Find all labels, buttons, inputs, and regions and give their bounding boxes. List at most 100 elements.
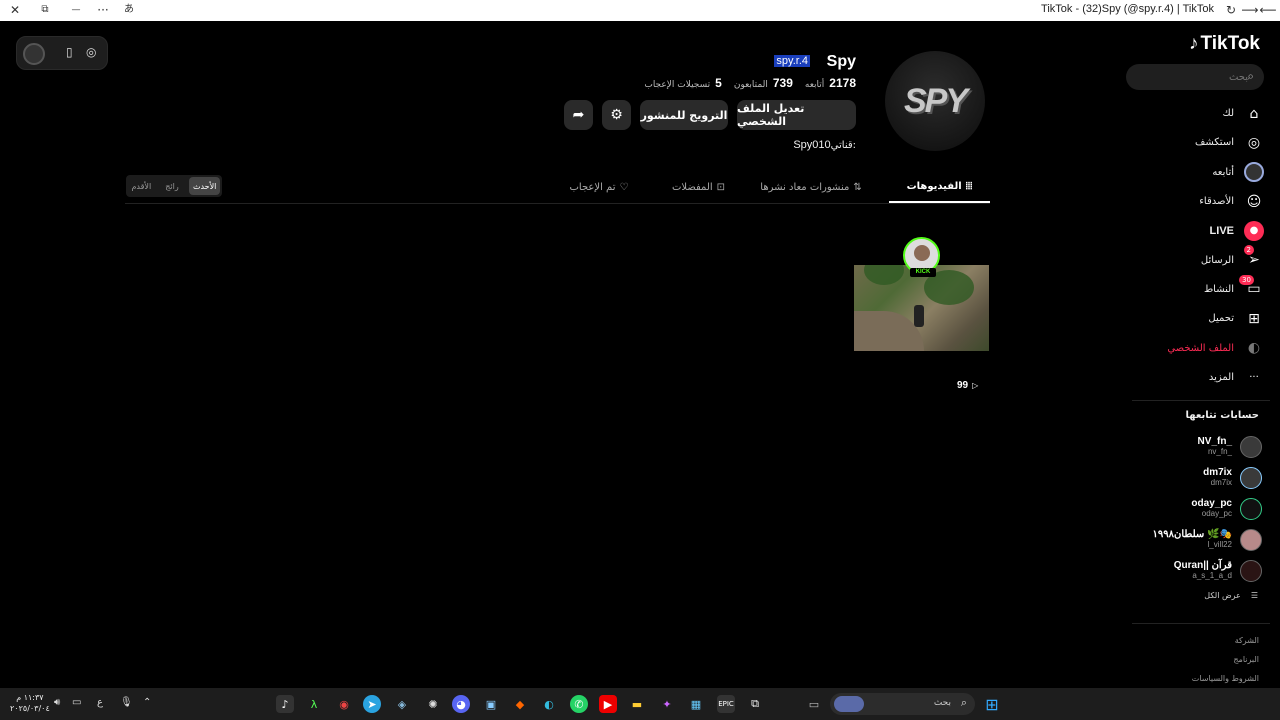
- browser-titlebar: ✕ ⧉ — ··· あ TikTok - (32)Spy (@spy.r.4) …: [0, 0, 1280, 21]
- tiktok-logo[interactable]: ♪ TikTok: [1189, 33, 1260, 55]
- widget-avatar[interactable]: [23, 43, 45, 65]
- following-account[interactable]: NV_fn_ nv_fn_: [1150, 431, 1262, 462]
- divider: [1132, 400, 1270, 401]
- tab-reposts[interactable]: منشورات معاد نشرها ⇅: [756, 171, 866, 203]
- copilot-icon[interactable]: ✦: [658, 695, 676, 713]
- steelseries-icon[interactable]: ✺: [424, 695, 442, 713]
- avatar: [1240, 497, 1262, 520]
- sidebar-item-following[interactable]: أتابعه: [1140, 158, 1264, 187]
- language-indicator[interactable]: ع: [97, 697, 103, 708]
- capcut-icon[interactable]: ⧉: [746, 695, 764, 713]
- grid-icon: ⦙⦙⦙: [965, 180, 973, 192]
- following-account[interactable]: سلطان١٩٩٨ 🌿🎭 l_vill22: [1150, 524, 1262, 555]
- store-icon[interactable]: ▦: [687, 695, 705, 713]
- tab-label: المفضلات: [671, 181, 713, 193]
- sidebar-item-upload[interactable]: تحميل ⊞: [1140, 304, 1264, 333]
- youtube-icon[interactable]: ▶: [599, 695, 617, 713]
- following-account[interactable]: Quran|| قرآن a_s_1_a_d: [1150, 555, 1262, 586]
- sort-oldest[interactable]: الأقدم: [126, 175, 157, 197]
- account-username: dm7ix: [1210, 477, 1232, 487]
- footer-link-terms[interactable]: الشروط والسياسات: [1192, 669, 1259, 688]
- bookmark-icon: ⊡: [716, 181, 726, 193]
- device-icon[interactable]: ▯: [66, 45, 73, 59]
- sidebar-item-label: LIVE: [1209, 224, 1234, 237]
- share-icon[interactable]: ➦: [564, 100, 593, 130]
- sidebar-item-activity[interactable]: النشاط ▭ 30: [1140, 274, 1264, 304]
- chevron-up-icon[interactable]: ⌃: [143, 697, 151, 708]
- task-view-icon[interactable]: ▭: [805, 695, 823, 713]
- network-icon[interactable]: ▭: [72, 697, 81, 708]
- profile-tabs: الفيديوهات ⦙⦙⦙ منشورات معاد نشرها ⇅ المفضل…: [556, 171, 990, 204]
- sidebar-item-more[interactable]: المزيد ···: [1140, 363, 1264, 392]
- volume-icon[interactable]: 🔊︎: [54, 697, 60, 708]
- forward-icon[interactable]: ⟶: [1241, 2, 1259, 18]
- stat-value: 5: [715, 76, 722, 90]
- taskbar-search[interactable]: بحث ⌕: [830, 693, 975, 715]
- profile-avatar[interactable]: SPY: [885, 51, 985, 151]
- sidebar-item-label: النشاط: [1203, 283, 1234, 295]
- tabs-divider: [125, 203, 556, 204]
- stat-followers[interactable]: 739 المتابعون: [734, 76, 793, 90]
- file-explorer-icon[interactable]: ▬: [628, 695, 646, 713]
- sidebar-item-profile[interactable]: الملف الشخصي ◐: [1140, 333, 1264, 362]
- stat-label: أتابعه: [804, 80, 825, 90]
- sidebar-item-friends[interactable]: الأصدقاء ☺: [1140, 187, 1264, 216]
- close-icon[interactable]: ✕: [6, 2, 24, 18]
- search-icon: ⌕: [960, 696, 967, 709]
- account-username: oday_pc: [1201, 508, 1232, 518]
- more-options-icon[interactable]: ···: [94, 2, 112, 18]
- discord-icon[interactable]: ◕: [452, 695, 470, 713]
- account-name: dm7ix: [1203, 466, 1232, 478]
- tiktok-taskbar-icon[interactable]: ♪: [276, 695, 294, 713]
- edge-icon[interactable]: ◐: [540, 695, 558, 713]
- restore-icon[interactable]: ⧉: [36, 2, 54, 18]
- whatsapp-icon[interactable]: ✆: [570, 695, 588, 713]
- epic-games-icon[interactable]: EPIC: [717, 695, 735, 713]
- sidebar-item-explore[interactable]: استكشف ◎: [1140, 128, 1264, 157]
- stat-following[interactable]: 2178 أتابعه: [805, 76, 856, 90]
- taskbar-clock[interactable]: ١١:٣٧ م ٢٠٢٥/٠٣/٠٤: [10, 692, 50, 714]
- sidebar-item-live[interactable]: LIVE ●: [1140, 216, 1264, 245]
- home-icon: ⌂: [1249, 105, 1259, 122]
- reload-icon[interactable]: ↻: [1222, 2, 1240, 18]
- video-thumbnail[interactable]: [854, 265, 989, 351]
- microphone-icon[interactable]: 🎙︎: [120, 697, 133, 708]
- app-taskbar-icon[interactable]: ◉: [335, 695, 353, 713]
- see-all-label: عرض الكل: [1204, 591, 1241, 600]
- floating-player-widget[interactable]: ▯ ◎: [16, 36, 108, 70]
- following-list: NV_fn_ nv_fn_ dm7ix dm7ix oday_pc oday_pc س…: [1150, 431, 1262, 586]
- stat-value: 2178: [829, 76, 856, 90]
- footer-link-program[interactable]: البرنامج: [1192, 650, 1259, 669]
- stat-likes[interactable]: 5 تسجيلات الإعجاب: [644, 76, 721, 90]
- minimize-icon[interactable]: —: [67, 2, 85, 18]
- back-icon[interactable]: ⟵: [1259, 2, 1277, 18]
- sidebar-item-for-you[interactable]: لك ⌂: [1140, 99, 1264, 128]
- footer-link-company[interactable]: الشركة: [1192, 631, 1259, 650]
- following-account[interactable]: oday_pc oday_pc: [1150, 493, 1262, 524]
- windows-start-icon[interactable]: ⊞: [983, 695, 1001, 714]
- search-input[interactable]: [1150, 64, 1248, 90]
- brave-icon[interactable]: ◆: [511, 695, 529, 713]
- app-taskbar-icon[interactable]: λ: [305, 695, 323, 713]
- app-taskbar-icon[interactable]: ▣: [482, 695, 500, 713]
- friends-icon: ☺: [1246, 193, 1262, 210]
- clock-date: ٢٠٢٥/٠٣/٠٤: [10, 704, 50, 713]
- compass-icon[interactable]: ◎: [86, 45, 96, 59]
- settings-icon[interactable]: ⚙: [602, 100, 631, 130]
- translate-icon[interactable]: あ: [120, 2, 138, 18]
- sort-latest[interactable]: الأحدث: [189, 177, 221, 195]
- tab-liked[interactable]: تم الإعجاب ♡: [556, 171, 642, 203]
- edit-profile-button[interactable]: تعديل الملف الشخصي: [737, 100, 856, 130]
- tab-favorites[interactable]: المفضلات ⊡: [656, 171, 741, 203]
- search-box[interactable]: ⌕: [1126, 64, 1264, 90]
- see-all-link[interactable]: عرض الكل ☰: [1204, 591, 1258, 600]
- search-icon[interactable]: ⌕: [1247, 69, 1254, 84]
- tab-label: الفيديوهات: [906, 180, 962, 192]
- following-account[interactable]: dm7ix dm7ix: [1150, 462, 1262, 493]
- tab-videos[interactable]: الفيديوهات ⦙⦙⦙: [889, 171, 990, 203]
- telegram-icon[interactable]: ➤: [363, 695, 381, 713]
- sort-popular[interactable]: رائج: [157, 175, 188, 197]
- steam-icon[interactable]: ◈: [393, 695, 411, 713]
- promote-post-button[interactable]: الترويج للمنشور: [640, 100, 728, 130]
- sidebar-item-messages[interactable]: الرسائل ➢ 2: [1140, 245, 1264, 274]
